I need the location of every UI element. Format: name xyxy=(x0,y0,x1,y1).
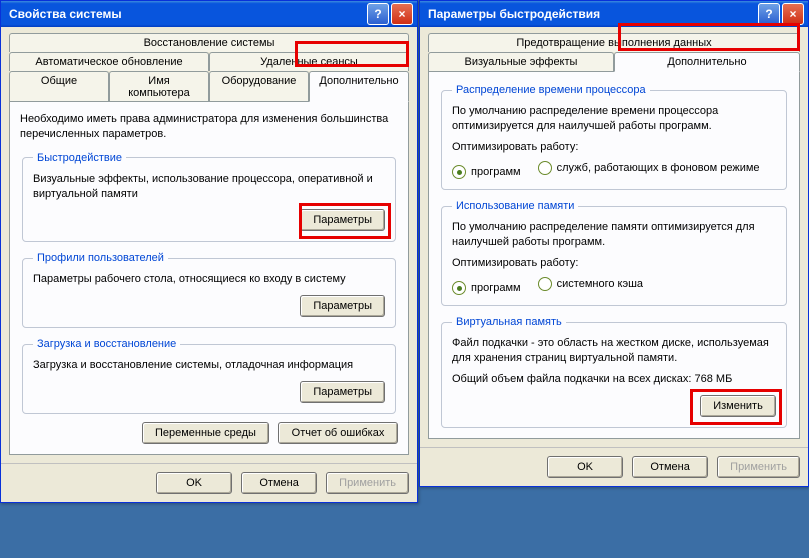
titlebar[interactable]: Параметры быстродействия ? × xyxy=(420,1,808,27)
close-icon[interactable]: × xyxy=(391,3,413,25)
cpu-group: Распределение времени процессора По умол… xyxy=(441,84,787,190)
admin-note: Необходимо иметь права администратора дл… xyxy=(20,112,398,142)
startup-settings-button[interactable]: Параметры xyxy=(300,381,385,403)
dialog-buttons: OK Отмена Применить xyxy=(420,447,808,486)
tab-advanced[interactable]: Дополнительно xyxy=(309,71,409,102)
tab-autoupdate[interactable]: Автоматическое обновление xyxy=(9,52,209,71)
cpu-text: По умолчанию распределение времени проце… xyxy=(452,104,776,134)
tabs: Восстановление системы Автоматическое об… xyxy=(9,33,409,102)
tab-remote[interactable]: Удаленные сеансы xyxy=(209,52,409,71)
tab-panel: Необходимо иметь права администратора дл… xyxy=(9,101,409,455)
apply-button[interactable]: Применить xyxy=(326,472,409,494)
vm-change-button[interactable]: Изменить xyxy=(700,395,776,417)
tab-visual[interactable]: Визуальные эффекты xyxy=(428,52,614,72)
tabs: Предотвращение выполнения данных Визуаль… xyxy=(428,33,800,72)
mem-radio-cache[interactable]: системного кэша xyxy=(538,277,643,291)
tab-computername[interactable]: Имя компьютера xyxy=(109,71,209,102)
cpu-radio-services[interactable]: служб, работающих в фоновом режиме xyxy=(538,161,760,175)
performance-text: Визуальные эффекты, использование процес… xyxy=(33,172,385,202)
vm-legend: Виртуальная память xyxy=(452,316,566,328)
apply-button[interactable]: Применить xyxy=(717,456,800,478)
cancel-button[interactable]: Отмена xyxy=(241,472,317,494)
close-icon[interactable]: × xyxy=(782,3,804,25)
profiles-settings-button[interactable]: Параметры xyxy=(300,295,385,317)
radio-icon xyxy=(452,281,466,295)
tab-hardware[interactable]: Оборудование xyxy=(209,71,309,102)
tab-general[interactable]: Общие xyxy=(9,71,109,102)
radio-icon xyxy=(452,165,466,179)
mem-optlabel: Оптимизировать работу: xyxy=(452,256,776,271)
mem-legend: Использование памяти xyxy=(452,200,578,212)
radio-icon xyxy=(538,161,552,175)
profiles-group: Профили пользователей Параметры рабочего… xyxy=(22,252,396,328)
profiles-text: Параметры рабочего стола, относящиеся ко… xyxy=(33,272,385,287)
tab-restore[interactable]: Восстановление системы xyxy=(9,33,409,52)
startup-group: Загрузка и восстановление Загрузка и вос… xyxy=(22,338,396,414)
cpu-optlabel: Оптимизировать работу: xyxy=(452,140,776,155)
ok-button[interactable]: OK xyxy=(156,472,232,494)
profiles-legend: Профили пользователей xyxy=(33,252,168,264)
vm-total: Общий объем файла подкачки на всех диска… xyxy=(452,372,776,387)
startup-text: Загрузка и восстановление системы, отлад… xyxy=(33,358,385,373)
radio-icon xyxy=(538,277,552,291)
cpu-legend: Распределение времени процессора xyxy=(452,84,650,96)
dialog-buttons: OK Отмена Применить xyxy=(1,463,417,502)
performance-options-window: Параметры быстродействия ? × Предотвраще… xyxy=(419,0,809,487)
error-report-button[interactable]: Отчет об ошибках xyxy=(278,422,398,444)
ok-button[interactable]: OK xyxy=(547,456,623,478)
titlebar[interactable]: Свойства системы ? × xyxy=(1,1,417,27)
vm-text: Файл подкачки - это область на жестком д… xyxy=(452,336,776,366)
help-icon[interactable]: ? xyxy=(367,3,389,25)
performance-settings-button[interactable]: Параметры xyxy=(300,209,385,231)
tab-dep[interactable]: Предотвращение выполнения данных xyxy=(428,33,800,52)
mem-group: Использование памяти По умолчанию распре… xyxy=(441,200,787,306)
system-properties-window: Свойства системы ? × Восстановление сист… xyxy=(0,0,418,503)
help-icon[interactable]: ? xyxy=(758,3,780,25)
tab-advanced2[interactable]: Дополнительно xyxy=(614,52,800,72)
performance-group: Быстродействие Визуальные эффекты, испол… xyxy=(22,152,396,243)
vm-group: Виртуальная память Файл подкачки - это о… xyxy=(441,316,787,428)
cpu-radio-programs[interactable]: программ xyxy=(452,165,521,179)
env-vars-button[interactable]: Переменные среды xyxy=(142,422,269,444)
performance-legend: Быстродействие xyxy=(33,152,126,164)
startup-legend: Загрузка и восстановление xyxy=(33,338,180,350)
window-title: Параметры быстродействия xyxy=(424,7,756,21)
window-title: Свойства системы xyxy=(5,7,365,21)
mem-radio-programs[interactable]: программ xyxy=(452,281,521,295)
tab-panel: Распределение времени процессора По умол… xyxy=(428,71,800,439)
mem-text: По умолчанию распределение памяти оптими… xyxy=(452,220,776,250)
cancel-button[interactable]: Отмена xyxy=(632,456,708,478)
